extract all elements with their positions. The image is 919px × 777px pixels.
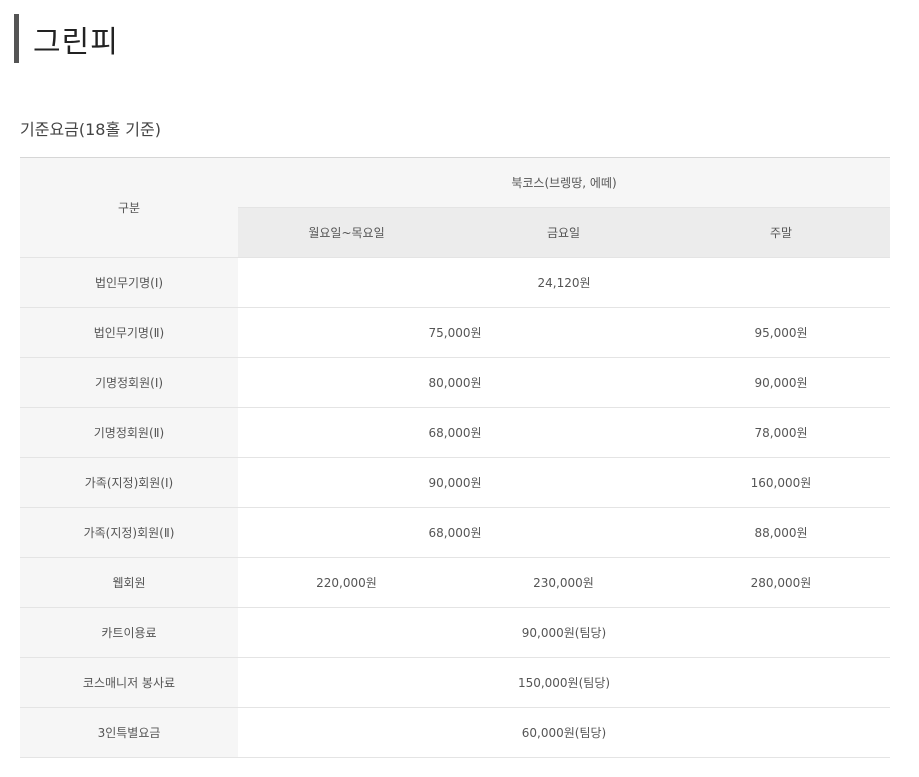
fee-all-days: 90,000원(팀당) <box>238 607 890 658</box>
table-row: 법인무기명(Ⅰ) 24,120원 <box>20 257 890 308</box>
fee-weekday: 68,000원 <box>238 507 672 558</box>
table-row: 가족(지정)회원(Ⅱ) 68,000원 88,000원 <box>20 507 890 558</box>
fee-mon-thu: 220,000원 <box>238 557 455 608</box>
fee-all-days: 60,000원(팀당) <box>238 707 890 758</box>
row-label: 기명정회원(Ⅱ) <box>20 407 238 458</box>
table-row: 법인무기명(Ⅱ) 75,000원 95,000원 <box>20 307 890 358</box>
fee-weekend: 78,000원 <box>672 407 890 458</box>
table-header-row: 구분 북코스(브렝땅, 에떼) <box>20 157 890 258</box>
row-label: 가족(지정)회원(Ⅰ) <box>20 457 238 508</box>
row-label: 가족(지정)회원(Ⅱ) <box>20 507 238 558</box>
page-title: 그린피 <box>14 14 119 63</box>
fee-all-days: 150,000원(팀당) <box>238 657 890 708</box>
fee-weekend: 90,000원 <box>672 357 890 408</box>
table-row: 카트이용료 90,000원(팀당) <box>20 607 890 658</box>
fee-weekday: 68,000원 <box>238 407 672 458</box>
green-fee-table: 구분 북코스(브렝땅, 에떼) 월요일~목요일 금요일 주말 법인무기명(Ⅰ) … <box>20 157 890 758</box>
page-title-text: 그린피 <box>33 24 119 60</box>
fee-fri: 230,000원 <box>455 557 672 608</box>
row-label: 코스매니저 봉사료 <box>20 657 238 708</box>
header-fri: 금요일 <box>455 207 672 258</box>
fee-weekend: 160,000원 <box>672 457 890 508</box>
fee-weekend: 88,000원 <box>672 507 890 558</box>
row-label: 기명정회원(Ⅰ) <box>20 357 238 408</box>
header-weekend: 주말 <box>672 207 890 258</box>
table-row: 웹회원 220,000원 230,000원 280,000원 <box>20 557 890 608</box>
table-row: 3인특별요금 60,000원(팀당) <box>20 707 890 758</box>
table-row: 코스매니저 봉사료 150,000원(팀당) <box>20 657 890 708</box>
row-label: 법인무기명(Ⅰ) <box>20 257 238 308</box>
fee-weekday: 80,000원 <box>238 357 672 408</box>
header-category: 구분 <box>20 157 238 258</box>
table-row: 기명정회원(Ⅰ) 80,000원 90,000원 <box>20 357 890 408</box>
table-row: 기명정회원(Ⅱ) 68,000원 78,000원 <box>20 407 890 458</box>
row-label: 법인무기명(Ⅱ) <box>20 307 238 358</box>
fee-weekday: 90,000원 <box>238 457 672 508</box>
row-label: 웹회원 <box>20 557 238 608</box>
header-course: 북코스(브렝땅, 에떼) <box>238 157 890 208</box>
title-accent-bar <box>14 14 19 63</box>
fee-weekday: 75,000원 <box>238 307 672 358</box>
table-row: 가족(지정)회원(Ⅰ) 90,000원 160,000원 <box>20 457 890 508</box>
fee-weekend: 95,000원 <box>672 307 890 358</box>
row-label: 3인특별요금 <box>20 707 238 758</box>
row-label: 카트이용료 <box>20 607 238 658</box>
section-title: 기준요금(18홀 기준) <box>20 120 161 139</box>
fee-weekend: 280,000원 <box>672 557 890 608</box>
fee-all-days: 24,120원 <box>238 257 890 308</box>
header-mon-thu: 월요일~목요일 <box>238 207 455 258</box>
